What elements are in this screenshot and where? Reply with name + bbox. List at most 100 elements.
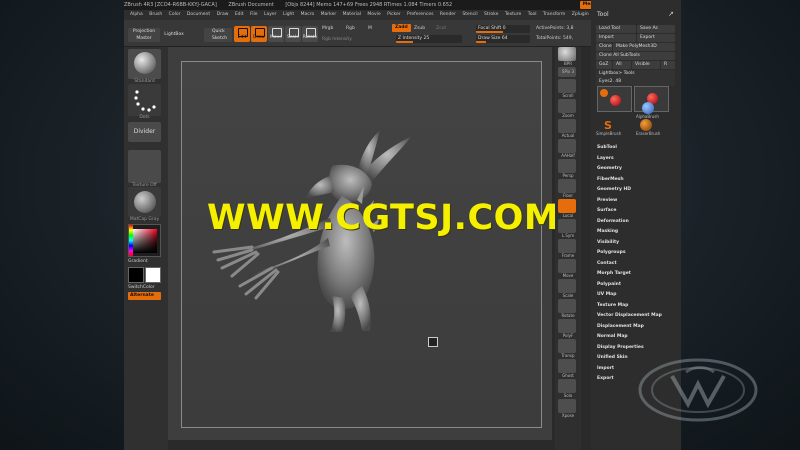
clone-button[interactable]: Clone [596, 43, 612, 51]
draw-mode-button[interactable]: Draw [251, 26, 267, 42]
polyf-button[interactable] [558, 319, 576, 333]
section-export[interactable]: Export [597, 376, 614, 381]
section-polypaint[interactable]: Polypaint [597, 282, 621, 287]
goz-r-button[interactable]: R [661, 61, 675, 69]
switch-color-button[interactable]: SwitchColor [128, 285, 161, 290]
section-subtool[interactable]: SubTool [597, 145, 617, 150]
stroke-thumbnail[interactable] [128, 84, 161, 116]
move-mode-button[interactable]: Move [268, 26, 284, 42]
clone-all-subtools-button[interactable]: Clone All SubTools [596, 52, 675, 60]
scale-mode-button[interactable]: Scale [285, 26, 301, 42]
section-contact[interactable]: Contact [597, 261, 617, 266]
export-button[interactable]: Export [637, 34, 675, 42]
frame-button[interactable] [558, 239, 576, 253]
zcut-toggle[interactable]: Zcut [436, 26, 446, 31]
section-visibility[interactable]: Visibility [597, 240, 619, 245]
edit-mode-button[interactable]: Edit [234, 26, 250, 42]
import-button[interactable]: Import [596, 34, 636, 42]
section-import[interactable]: Import [597, 366, 614, 371]
quick-sketch-button[interactable]: Quick Sketch [204, 28, 232, 42]
menu-transform[interactable]: Transform [543, 12, 565, 17]
menu-macro[interactable]: Macro [301, 12, 315, 17]
menu-edit[interactable]: Edit [235, 12, 244, 17]
document-canvas[interactable] [181, 61, 542, 428]
scroll-button[interactable] [558, 79, 576, 93]
goz-all-button[interactable]: All [613, 61, 631, 69]
section-deformation[interactable]: Deformation [597, 219, 629, 224]
menu-draw[interactable]: Draw [217, 12, 229, 17]
section-display-properties[interactable]: Display Properties [597, 345, 644, 350]
rotate-mode-button[interactable]: Rotate [302, 26, 318, 42]
move-button[interactable] [558, 259, 576, 273]
close-palette-icon[interactable]: ↗ [668, 10, 674, 18]
current-tool-slider[interactable]: Eyes2. 48 [596, 78, 675, 86]
current-tool-thumbnail[interactable] [597, 86, 632, 112]
menu-layer[interactable]: Layer [264, 12, 277, 17]
lightbox-tools-button[interactable]: Lightbox> Tools [596, 70, 675, 78]
section-geometry-hd[interactable]: Geometry HD [597, 187, 631, 192]
alternate-button[interactable]: Alternate [128, 292, 161, 300]
goz-visible-button[interactable]: Visible [632, 61, 660, 69]
menu-stencil[interactable]: Stencil [462, 12, 477, 17]
hue-ring[interactable] [129, 225, 133, 256]
actual-button[interactable] [558, 119, 576, 133]
ghost-button[interactable] [558, 359, 576, 373]
save-as-button[interactable]: Save As [637, 25, 675, 33]
menu-preferences[interactable]: Preferences [407, 12, 433, 17]
load-tool-button[interactable]: Load Tool [596, 25, 636, 33]
color-square[interactable] [133, 229, 157, 253]
section-masking[interactable]: Masking [597, 229, 618, 234]
mrgb-toggle[interactable]: Mrgb [322, 26, 333, 31]
z-intensity-slider[interactable]: Z Intensity 25 [396, 35, 462, 43]
menu-texture[interactable]: Texture [505, 12, 521, 17]
lightbox-button[interactable]: LightBox [162, 30, 186, 39]
rgb-toggle[interactable]: Rgb [346, 26, 355, 31]
menu-file[interactable]: File [250, 12, 258, 17]
menu-tool[interactable]: Tool [528, 12, 537, 17]
transp-button[interactable] [558, 339, 576, 353]
menu-alpha[interactable]: Alpha [130, 12, 143, 17]
section-morph-target[interactable]: Morph Target [597, 271, 631, 276]
section-unified-skin[interactable]: Unified Skin [597, 355, 628, 360]
m-toggle[interactable]: M [368, 26, 372, 31]
solo-button[interactable] [558, 379, 576, 393]
section-polygroups[interactable]: Polygroups [597, 250, 626, 255]
eraser-brush-icon[interactable] [640, 119, 652, 131]
menu-picker[interactable]: Picker [387, 12, 400, 17]
color-picker[interactable] [128, 224, 161, 257]
draw-size-slider[interactable]: Draw Size 64 [476, 35, 530, 43]
menu-material[interactable]: Material [343, 12, 361, 17]
lsym-button[interactable] [558, 219, 576, 233]
section-preview[interactable]: Preview [597, 198, 617, 203]
persp-button[interactable] [558, 159, 576, 173]
menu-marker[interactable]: Marker [321, 12, 337, 17]
secondary-color-swatch[interactable] [145, 267, 161, 283]
menu-zplugin[interactable]: Zplugin [572, 12, 589, 17]
projection-master-button[interactable]: Projection Master [128, 28, 160, 42]
texture-thumbnail[interactable] [128, 150, 161, 183]
section-vector-displacement-map[interactable]: Vector Displacement Map [597, 313, 662, 318]
make-polymesh-button[interactable]: Make PolyMesh3D [613, 43, 675, 51]
scale-button[interactable] [558, 279, 576, 293]
menu-document[interactable]: Document [187, 12, 210, 17]
bpr-render-button[interactable] [558, 47, 576, 61]
section-uv-map[interactable]: UV Map [597, 292, 616, 297]
xpose-button[interactable] [558, 399, 576, 413]
zoom-button[interactable] [558, 99, 576, 113]
section-texture-map[interactable]: Texture Map [597, 303, 628, 308]
section-geometry[interactable]: Geometry [597, 166, 622, 171]
main-color-swatch[interactable] [128, 267, 144, 283]
section-layers[interactable]: Layers [597, 156, 614, 161]
zadd-toggle[interactable]: Zadd [392, 24, 411, 32]
menu-render[interactable]: Render [440, 12, 456, 17]
goz-button[interactable]: GoZ [596, 61, 612, 69]
brush-thumbnail[interactable] [128, 49, 161, 79]
zsub-toggle[interactable]: Zsub [414, 26, 425, 31]
section-displacement-map[interactable]: Displacement Map [597, 324, 644, 329]
section-fibermesh[interactable]: FiberMesh [597, 177, 624, 182]
gradient-label[interactable]: Gradient [128, 259, 161, 264]
menu-brush[interactable]: Brush [149, 12, 162, 17]
alpha-thumbnail[interactable]: Divider [128, 122, 161, 142]
menu-stroke[interactable]: Stroke [484, 12, 498, 17]
focal-shift-slider[interactable]: Focal Shift 0 [476, 25, 530, 33]
